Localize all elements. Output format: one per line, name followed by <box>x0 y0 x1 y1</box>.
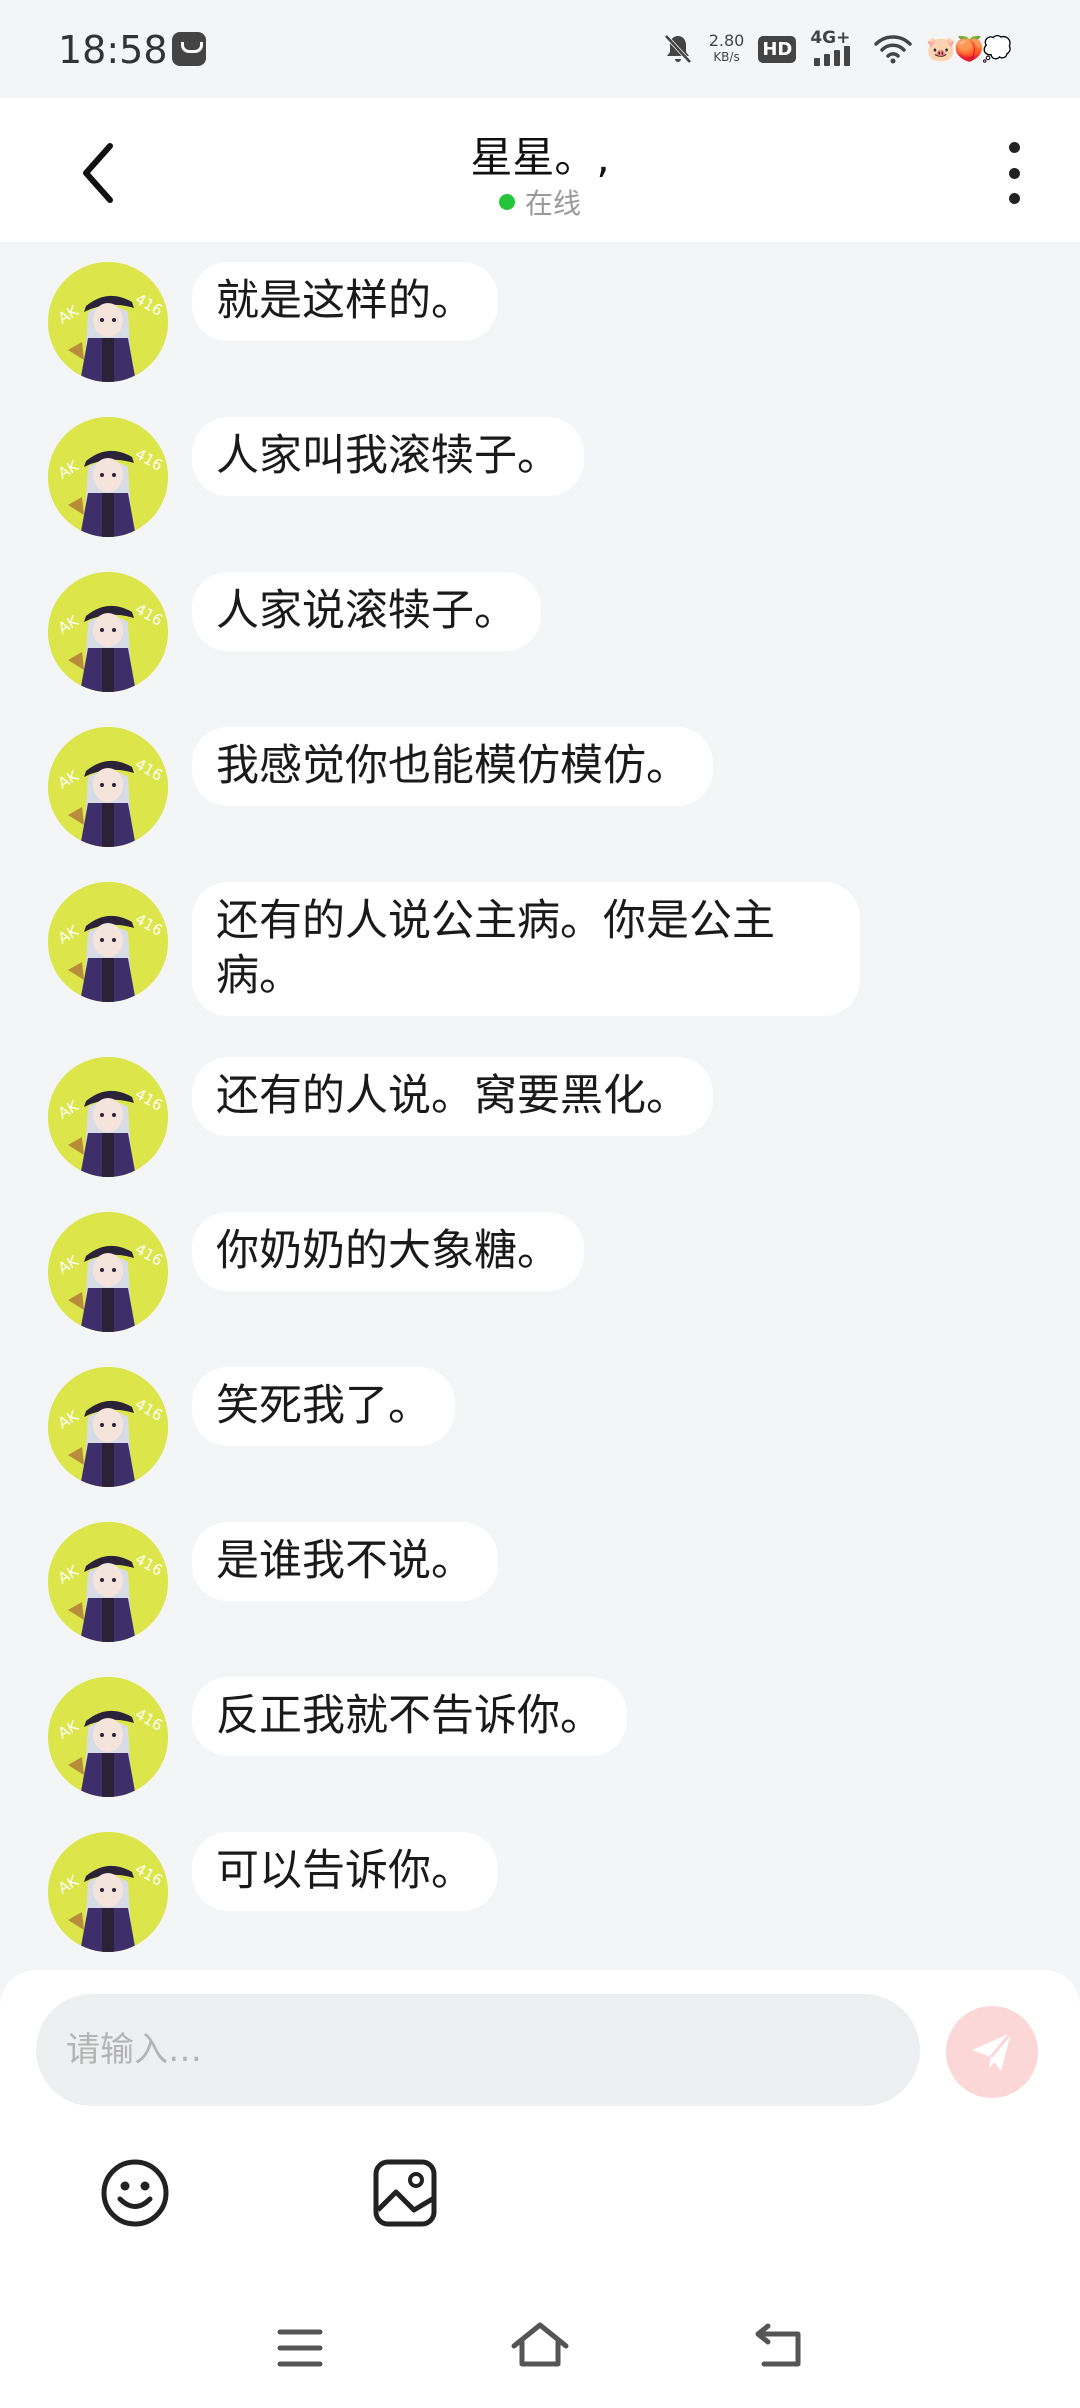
avatar[interactable]: AK 416 <box>48 1057 168 1177</box>
chat-title: 星星。, <box>470 133 610 182</box>
avatar[interactable]: AK 416 <box>48 1367 168 1487</box>
system-nav-bar <box>0 2290 1080 2408</box>
message-bubble[interactable]: 就是这样的。 <box>192 262 498 341</box>
message-bubble[interactable]: 我感觉你也能模仿模仿。 <box>192 727 713 806</box>
avatar[interactable]: AK 416 <box>48 1212 168 1332</box>
nav-back-button[interactable] <box>754 2320 806 2370</box>
avatar[interactable]: AK 416 <box>48 1522 168 1642</box>
more-options-button[interactable] <box>996 142 1032 204</box>
online-status: 在线 <box>0 182 1080 222</box>
avatar[interactable]: AK 416 <box>48 1677 168 1797</box>
speed-unit: KB/s <box>713 50 740 64</box>
speed-value: 2.80 <box>708 31 745 50</box>
nav-menu-button[interactable] <box>276 2326 324 2370</box>
message-bubble[interactable]: 还有的人说。窝要黑化。 <box>192 1057 713 1136</box>
avatar[interactable]: AK 416 <box>48 417 168 537</box>
paper-plane-icon <box>972 2032 1013 2071</box>
wifi-icon <box>874 35 913 64</box>
send-button[interactable] <box>946 2006 1038 2098</box>
online-status-label: 在线 <box>524 187 581 220</box>
message-bubble[interactable]: 还有的人说公主病。你是公主病。 <box>192 882 860 1016</box>
message-bubble[interactable]: 反正我就不告诉你。 <box>192 1677 627 1756</box>
back-arrow-icon <box>755 2323 801 2367</box>
menu-icon <box>277 2329 323 2367</box>
emoji-button[interactable] <box>100 2158 170 2228</box>
network-speed: 2.80 KB/s <box>709 32 745 66</box>
message-bubble[interactable]: 人家叫我滚犊子。 <box>192 417 584 496</box>
avatar[interactable]: AK 416 <box>48 727 168 847</box>
message-bubble[interactable]: 你奶奶的大象糖。 <box>192 1212 584 1291</box>
avatar[interactable]: AK 416 <box>48 572 168 692</box>
message-bubble[interactable]: 人家说滚犊子。 <box>192 572 541 651</box>
image-button[interactable] <box>372 2158 438 2228</box>
smiley-icon <box>101 2159 169 2227</box>
image-icon <box>373 2159 437 2227</box>
more-vertical-icon <box>1008 142 1020 153</box>
nav-home-button[interactable] <box>510 2320 570 2372</box>
message-input[interactable] <box>36 1994 920 2106</box>
message-bubble[interactable]: 可以告诉你。 <box>192 1832 498 1911</box>
mute-bell-icon <box>664 34 692 64</box>
online-dot-icon <box>498 194 515 210</box>
network-type: 4G+ <box>810 28 851 48</box>
status-icons: 2.80 KB/s HD 4G+ 🐷🍑💭 <box>661 26 1012 72</box>
avatar[interactable]: AK 416 <box>48 262 168 382</box>
app-notification-icon <box>172 32 206 66</box>
signal-icon: 4G+ <box>810 28 860 68</box>
hd-badge: HD <box>758 35 797 63</box>
status-time: 18:58 <box>58 28 168 72</box>
status-bar: 18:58 2.80 KB/s HD 4G+ 🐷🍑💭 <box>0 0 1080 98</box>
message-bubble[interactable]: 是谁我不说。 <box>192 1522 498 1601</box>
home-icon <box>511 2322 569 2367</box>
message-bubble[interactable]: 笑死我了。 <box>192 1367 455 1446</box>
avatar[interactable]: AK 416 <box>48 1832 168 1952</box>
status-emoji-decor: 🐷🍑💭 <box>926 35 1012 63</box>
message-list[interactable]: AK 416 就是这样的。 AK 416 人家叫我滚犊子。 AK 416 人家说滚犊子… <box>0 242 1080 1970</box>
avatar[interactable]: AK 416 <box>48 882 168 1002</box>
chat-header: 星星。, 在线 <box>0 98 1080 242</box>
